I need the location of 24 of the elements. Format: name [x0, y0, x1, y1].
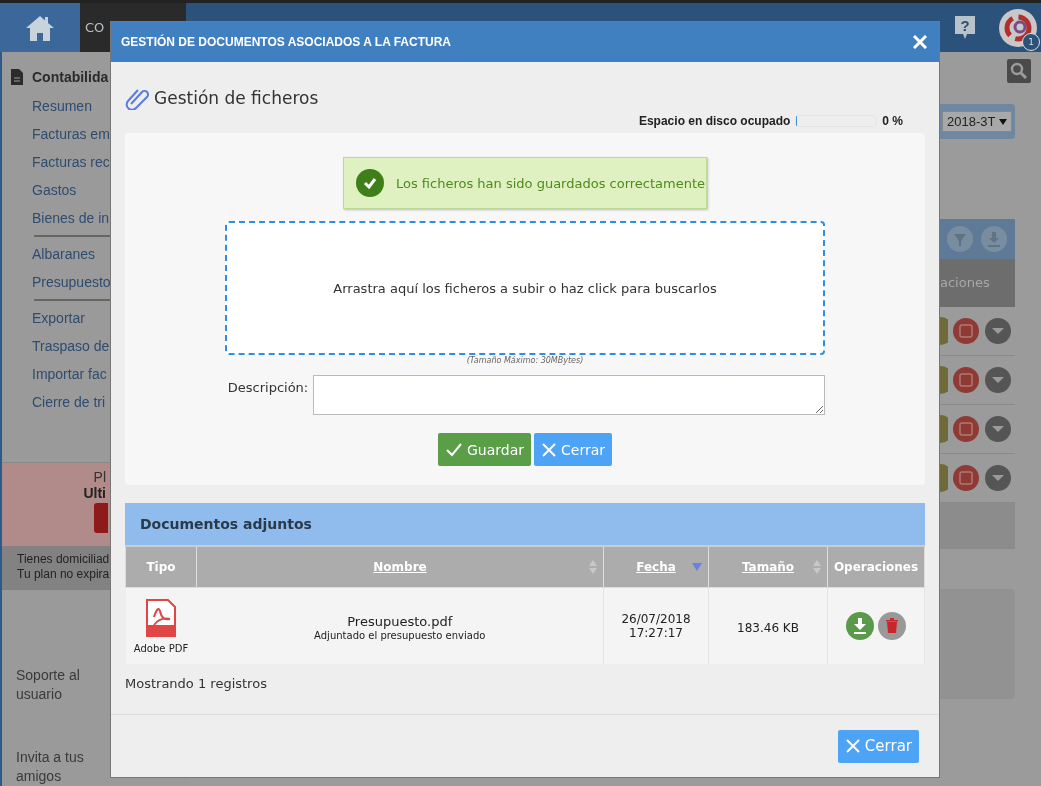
size-note: (Tamaño Máximo: 30MBytes) [466, 356, 584, 365]
notification-badge: 1 [1022, 32, 1040, 51]
file-type-label: Adobe PDF [133, 642, 189, 654]
plan-label: Pl [93, 469, 106, 485]
column-header: aciones [940, 259, 1015, 307]
section-title: Contabilida [32, 69, 109, 85]
file-description: Adjuntado el presupuesto enviado [313, 630, 487, 641]
notice-text: Tu plan no expira [17, 567, 110, 582]
date-cell-text: 26/07/2018 [620, 612, 692, 626]
dialog-title: GESTIÓN DE DOCUMENTOS ASOCIADOS A LA FACTURA [121, 35, 451, 49]
records-count: Mostrando 1 registros [125, 676, 267, 691]
disk-usage-reading: 0 % [882, 114, 903, 128]
disk-usage-label: Espacio en disco ocupado [638, 114, 791, 128]
file-name: Presupuesto.pdf [347, 614, 453, 629]
alert-text: Los ficheros han sido guardados correctamente [396, 175, 706, 191]
column-header: Tipo [125, 546, 197, 588]
column-header: Operaciones [827, 546, 925, 588]
documents-title: Documentos adjuntos [140, 516, 312, 532]
size-cell: 183.46 KB [737, 620, 799, 635]
time-cell-text: 17:27:17 [628, 626, 684, 640]
plan-name: Ulti [83, 485, 106, 501]
notice-text: Tienes domiciliad [17, 552, 110, 567]
description-label: Descripción: [227, 380, 309, 397]
section-heading: Gestión de ficheros [154, 88, 319, 108]
